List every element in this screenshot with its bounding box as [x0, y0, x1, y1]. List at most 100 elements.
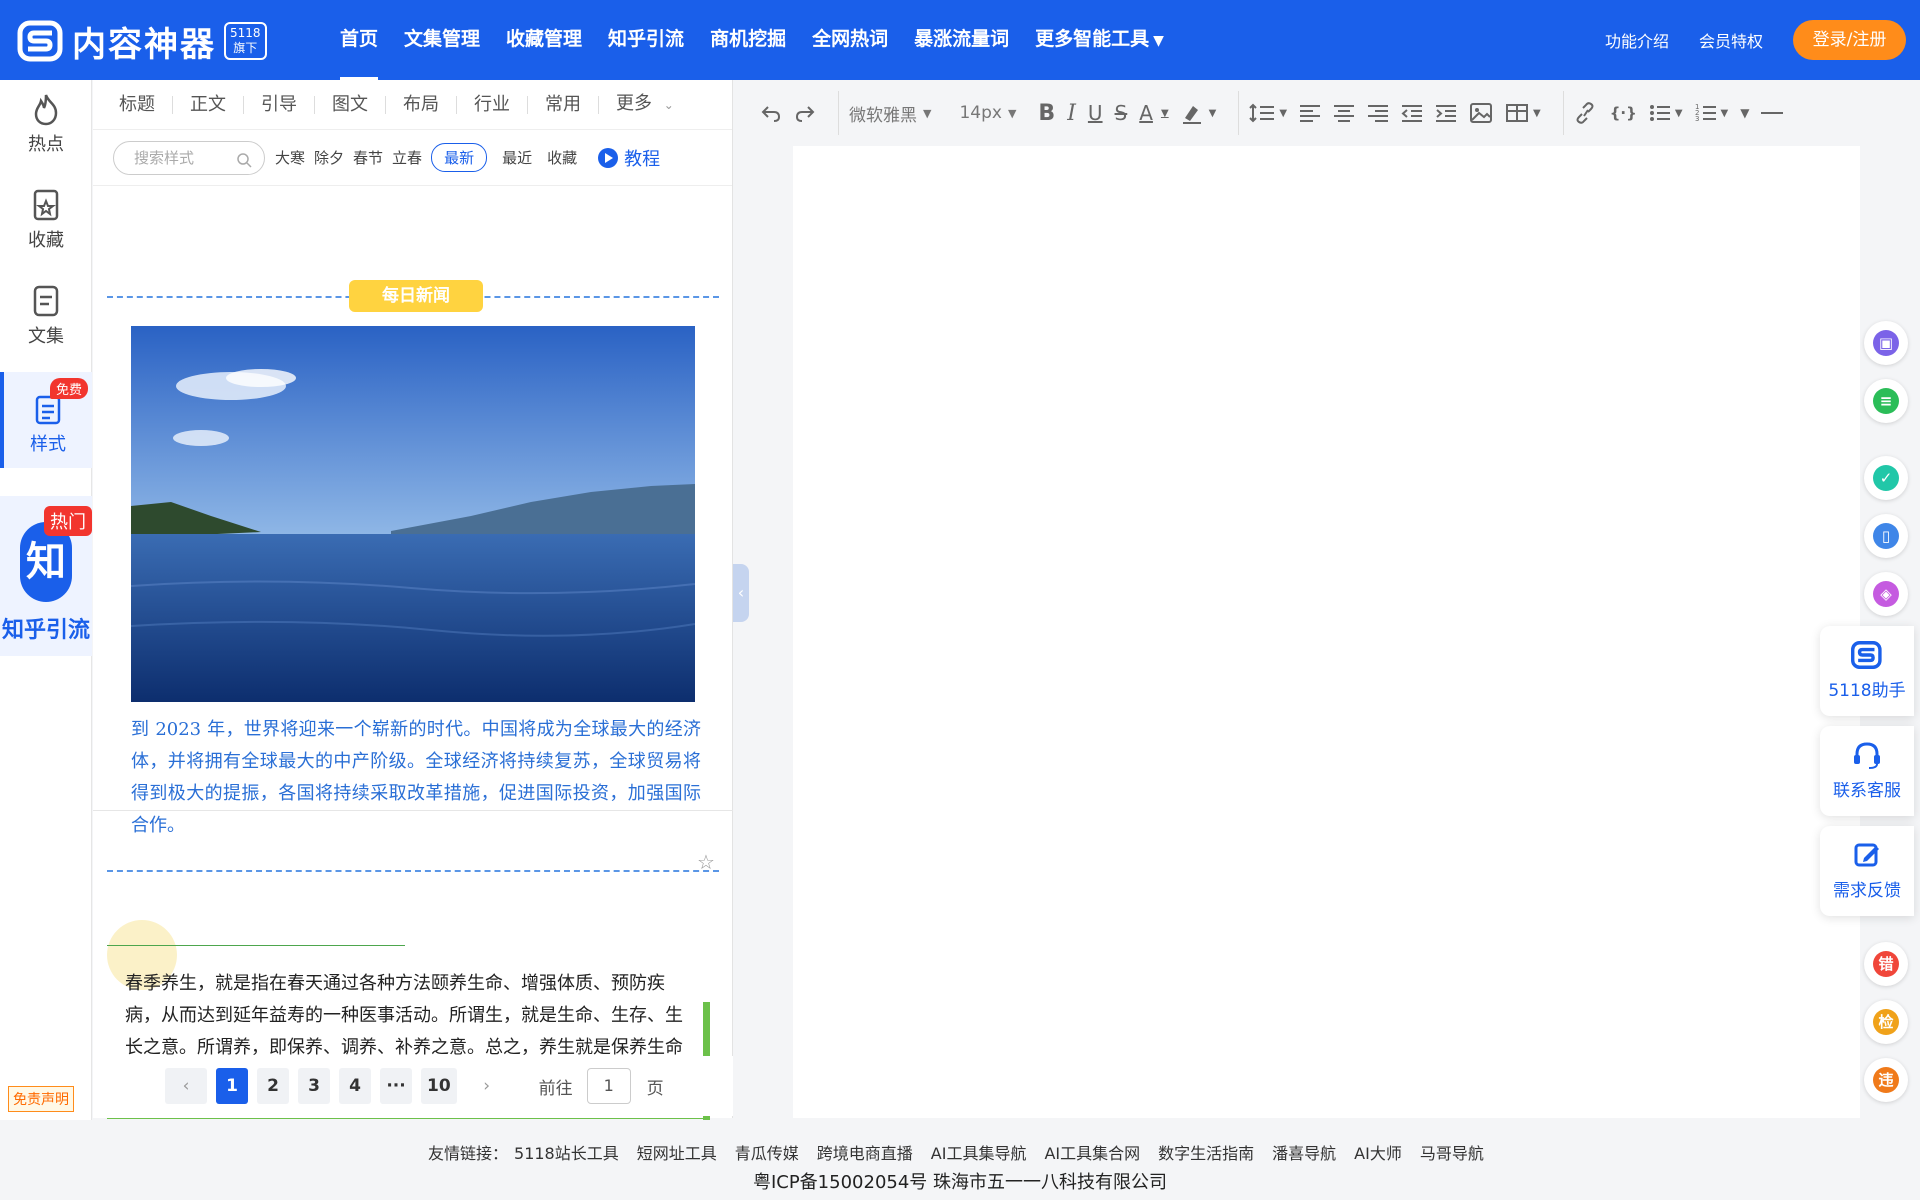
strikethrough-icon[interactable]: S [1115, 101, 1128, 125]
toolbar-divider [838, 91, 839, 135]
favorite-star-icon[interactable]: ☆ [697, 850, 715, 874]
image-icon[interactable] [1469, 102, 1493, 124]
tab-more[interactable]: 更多 ⌄ [599, 95, 691, 114]
rail-item-collections[interactable]: 文集 [0, 284, 92, 380]
tab-image-text[interactable]: 图文 [315, 95, 386, 114]
more-chevron-icon[interactable]: ▼ [1740, 106, 1749, 120]
mobile-preview-button[interactable]: ▯ [1864, 514, 1908, 558]
editor-canvas[interactable] [793, 146, 1860, 1118]
checklist-float-button[interactable]: ✓ [1864, 456, 1908, 500]
customer-service-card[interactable]: 联系客服 [1820, 726, 1914, 816]
style-card-news[interactable]: 每日新闻 到 2023 年，世界将迎来一个崭新的时代。中国将成为全球最大的经济体… [107, 200, 719, 874]
friend-link[interactable]: 潘喜导航 [1272, 1140, 1336, 1164]
tab-body[interactable]: 正文 [173, 95, 244, 114]
violation-check-button[interactable]: 违 [1864, 1058, 1908, 1102]
table-icon[interactable]: ▼ [1505, 103, 1541, 123]
style-search-input[interactable]: 搜索样式 [113, 140, 265, 175]
bullet-list-icon[interactable]: ▼ [1649, 103, 1683, 123]
disclaimer-link[interactable]: 免责声明 [8, 1086, 74, 1112]
friend-link[interactable]: 数字生活指南 [1158, 1140, 1254, 1164]
typo-check-button[interactable]: 错 [1864, 942, 1908, 986]
icp-record[interactable]: 粤ICP备15002054号 珠海市五一一八科技有限公司 [0, 1168, 1920, 1194]
tab-guide[interactable]: 引导 [244, 95, 315, 114]
filter-favorites[interactable]: 收藏 [547, 147, 577, 168]
friend-link[interactable]: AI大师 [1354, 1140, 1402, 1164]
page-unit-label: 页 [646, 1078, 664, 1099]
nav-home[interactable]: 首页 [340, 0, 379, 80]
numbered-list-icon[interactable]: 1 2 3 ▼ [1695, 103, 1729, 123]
tab-industry[interactable]: 行业 [457, 95, 528, 114]
code-icon[interactable]: {·} [1610, 104, 1637, 122]
font-size-select[interactable]: 14px ▼ [959, 103, 1016, 123]
font-family-select[interactable]: 微软雅黑 ▼ [849, 101, 931, 126]
chip-lichun[interactable]: 立春 [392, 147, 422, 168]
nav-more-tools-label: 更多智能工具 [1035, 28, 1150, 50]
feature-intro-link[interactable]: 功能介绍 [1605, 28, 1669, 52]
chip-dahan[interactable]: 大寒 [275, 147, 305, 168]
highlight-icon[interactable]: ▼ [1181, 102, 1216, 124]
notes-float-button[interactable]: ≡ [1864, 379, 1908, 423]
redo-icon[interactable] [794, 103, 816, 123]
goto-page-input[interactable]: 1 [586, 1068, 631, 1104]
align-center-icon[interactable] [1333, 103, 1355, 123]
line-height-icon[interactable]: ▼ [1249, 102, 1287, 124]
friend-link[interactable]: 青瓜传媒 [735, 1140, 799, 1164]
underline-icon[interactable]: U [1088, 101, 1103, 125]
outdent-icon[interactable] [1401, 103, 1423, 123]
image-tool-button[interactable]: ◈ [1864, 572, 1908, 616]
friend-link[interactable]: 马哥导航 [1420, 1140, 1484, 1164]
nav-more-tools[interactable]: 更多智能工具 ▼ [1035, 0, 1164, 80]
nav-zhihu[interactable]: 知乎引流 [608, 0, 684, 80]
feedback-card[interactable]: 需求反馈 [1820, 826, 1914, 916]
align-right-icon[interactable] [1367, 103, 1389, 123]
next-page-button[interactable]: › [465, 1068, 508, 1104]
filter-newest[interactable]: 最新 [431, 143, 488, 172]
pagination: ‹ 1 2 3 4 ··· 10 › 前往 1 页 [93, 1056, 733, 1116]
italic-icon[interactable]: I [1067, 101, 1076, 126]
bold-icon[interactable]: B [1038, 101, 1055, 126]
font-color-icon[interactable]: A ▼ [1139, 101, 1168, 125]
nav-trending-words[interactable]: 暴涨流量词 [914, 0, 1009, 80]
prev-page-button[interactable]: ‹ [165, 1068, 207, 1104]
filter-recent[interactable]: 最近 [502, 147, 532, 168]
rail-item-favorites[interactable]: 收藏 [0, 188, 92, 284]
chip-chunjie[interactable]: 春节 [353, 147, 383, 168]
friend-link[interactable]: AI工具集合网 [1044, 1140, 1140, 1164]
page-1[interactable]: 1 [216, 1068, 248, 1104]
nav-favorites[interactable]: 收藏管理 [506, 0, 582, 80]
chevron-down-icon: ⌄ [663, 98, 674, 112]
page-2[interactable]: 2 [257, 1068, 289, 1104]
tab-common[interactable]: 常用 [528, 95, 599, 114]
chip-chuxi[interactable]: 除夕 [314, 147, 344, 168]
friend-link[interactable]: 跨境电商直播 [817, 1140, 913, 1164]
page-10[interactable]: 10 [421, 1068, 457, 1104]
rail-item-hot[interactable]: 热点 [0, 92, 92, 188]
assistant-card[interactable]: 5118助手 [1820, 626, 1914, 716]
tutorial-link[interactable]: 教程 [598, 145, 660, 171]
save-float-button[interactable]: ▣ [1864, 321, 1908, 365]
friend-link[interactable]: 短网址工具 [637, 1140, 717, 1164]
undo-icon[interactable] [760, 103, 782, 123]
logo[interactable]: 内容神器 5118 旗下 [16, 18, 267, 65]
nav-hotwords[interactable]: 全网热词 [812, 0, 888, 80]
align-left-icon[interactable] [1299, 103, 1321, 123]
login-button[interactable]: 登录/注册 [1793, 20, 1906, 60]
inspect-button[interactable]: 检 [1864, 1000, 1908, 1044]
page-4[interactable]: 4 [339, 1068, 371, 1104]
horizontal-rule-icon[interactable] [1761, 111, 1784, 115]
nav-opportunity[interactable]: 商机挖掘 [710, 0, 786, 80]
collapse-panel-button[interactable]: ‹ [733, 564, 749, 622]
nav-collections[interactable]: 文集管理 [404, 0, 480, 80]
friend-link[interactable]: 5118站长工具 [514, 1140, 619, 1164]
tab-title[interactable]: 标题 [119, 95, 173, 114]
page-3[interactable]: 3 [298, 1068, 330, 1104]
zhihu-promo[interactable]: 知 热门 知乎引流 [0, 496, 92, 656]
rail-item-styles[interactable]: 免费 样式 [0, 372, 92, 468]
link-icon[interactable] [1574, 102, 1598, 124]
indent-icon[interactable] [1435, 103, 1457, 123]
page-ellipsis[interactable]: ··· [380, 1068, 412, 1104]
member-link[interactable]: 会员特权 [1699, 28, 1763, 52]
friend-link[interactable]: AI工具集导航 [931, 1140, 1027, 1164]
tab-more-label: 更多 [616, 93, 652, 114]
tab-layout[interactable]: 布局 [386, 95, 457, 114]
